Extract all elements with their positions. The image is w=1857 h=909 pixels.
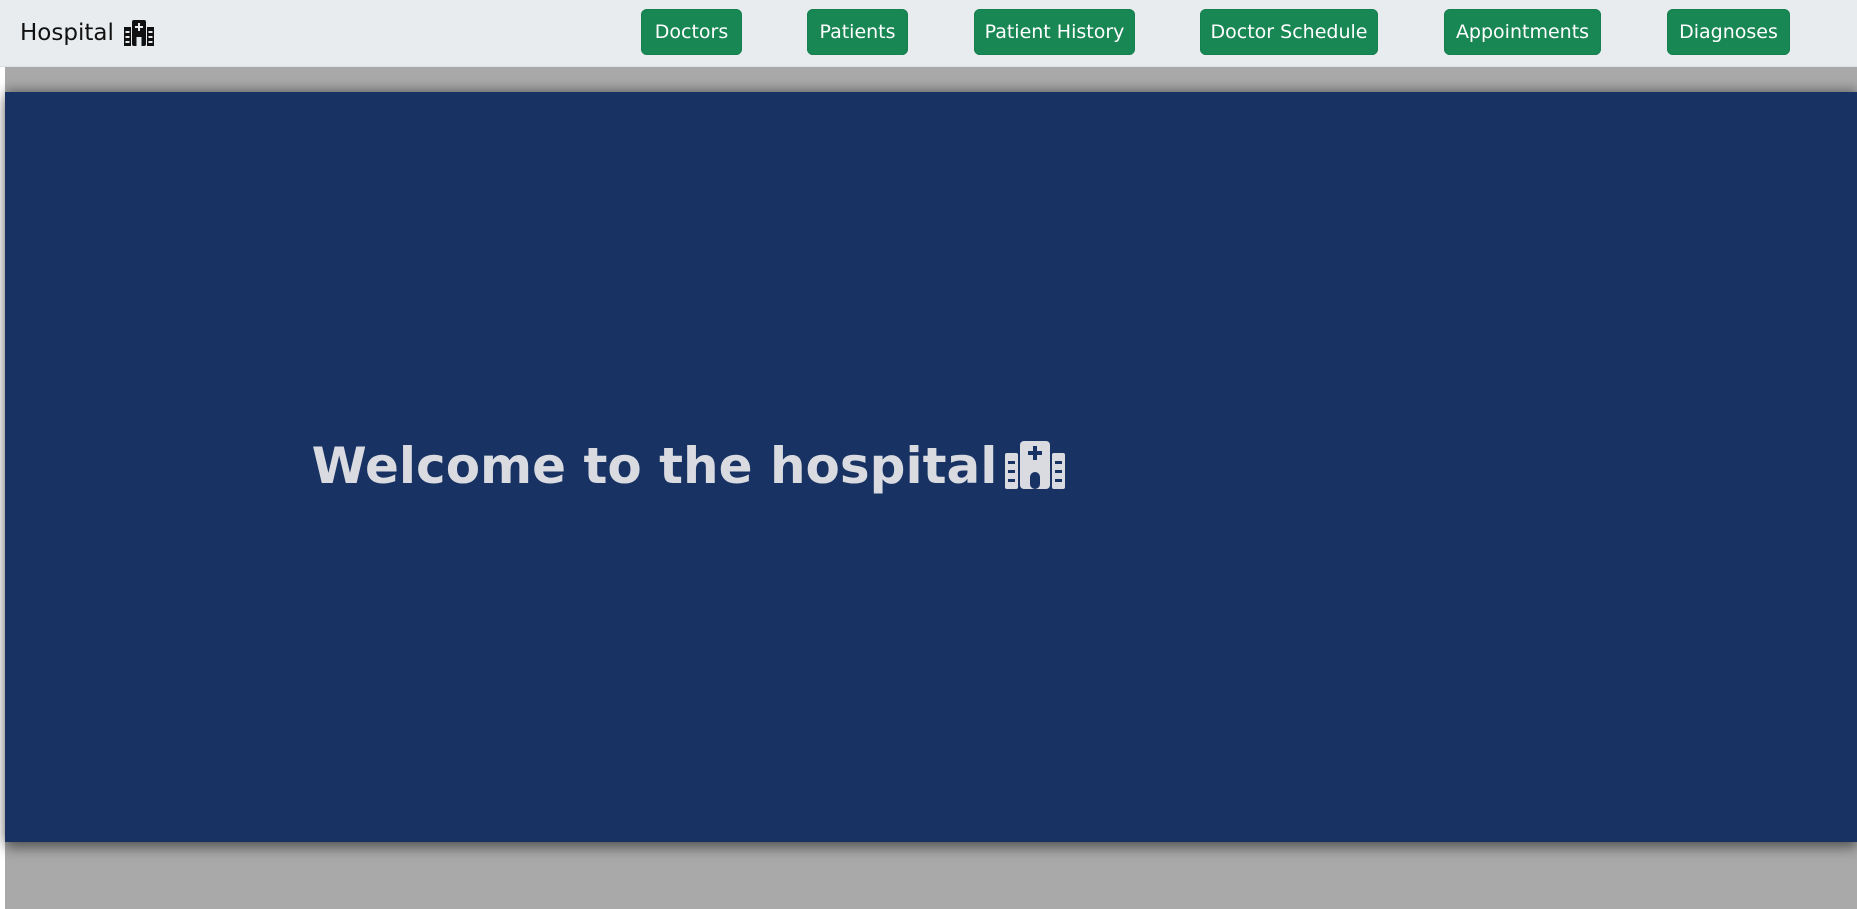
nav-button-patient-history[interactable]: Patient History xyxy=(974,9,1135,55)
brand-link[interactable]: Hospital xyxy=(20,18,154,48)
nav-button-appointments[interactable]: Appointments xyxy=(1444,9,1601,55)
brand-label: Hospital xyxy=(20,20,114,46)
nav-button-doctors[interactable]: Doctors xyxy=(641,9,742,55)
hospital-icon xyxy=(123,20,154,46)
nav-button-diagnoses[interactable]: Diagnoses xyxy=(1667,9,1790,55)
hero-heading-text: Welcome to the hospital xyxy=(311,437,998,495)
top-navbar: Hospital Doctors Patients Patient Histor… xyxy=(0,0,1857,67)
nav-button-doctor-schedule[interactable]: Doctor Schedule xyxy=(1200,9,1378,55)
hero-heading: Welcome to the hospital xyxy=(0,430,1617,502)
hospital-icon xyxy=(1005,440,1066,489)
nav-button-patients[interactable]: Patients xyxy=(807,9,908,55)
